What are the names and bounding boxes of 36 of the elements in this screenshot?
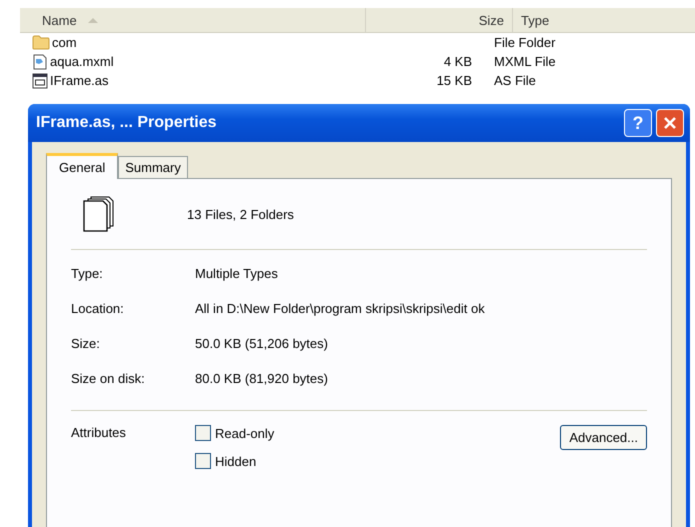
advanced-button[interactable]: Advanced... [560,425,647,450]
checkbox-label: Read-only [215,426,274,440]
file-type: AS File [494,73,536,88]
tab[interactable]: General [46,153,118,179]
file-type: MXML File [494,54,556,69]
field-value: 80.0 KB (81,920 bytes) [195,371,328,386]
checkbox[interactable] [195,453,211,469]
field-value: All in D:\New Folder\program skripsi\skripsi\edit ok [195,301,485,316]
field-value: Multiple Types [195,266,278,281]
field-label: Size: [71,336,101,351]
column-header[interactable]: Size [366,8,513,32]
checkbox-label: Hidden [215,454,256,468]
file-name[interactable]: aqua.mxml [50,54,114,69]
help-button[interactable]: ? [624,109,652,137]
field-value: 50.0 KB (51,206 bytes) [195,336,328,351]
file-name[interactable]: com [52,35,77,50]
close-button[interactable] [656,109,684,137]
window-title: IFrame.as, ... Properties [36,114,218,132]
field-label: Size on disk: [71,371,146,386]
file-size: 4 KB [444,54,472,69]
tab[interactable]: Summary [118,156,188,178]
checkbox[interactable] [195,425,211,441]
folder-icon [32,35,50,50]
field-label: Location: [71,301,125,316]
attributes-label: Attributes [71,425,127,440]
file-name[interactable]: IFrame.as [50,73,109,88]
file-icon [32,54,48,70]
close-icon [663,116,677,130]
summary-text: 13 Files, 2 Folders [187,206,294,222]
file-size: 15 KB [436,73,472,88]
documents-icon [83,196,115,232]
file-icon [32,72,48,88]
file-type: File Folder [494,35,556,50]
field-label: Type: [71,266,104,281]
column-header[interactable]: Type [513,8,695,32]
column-header[interactable]: Name [20,8,366,32]
